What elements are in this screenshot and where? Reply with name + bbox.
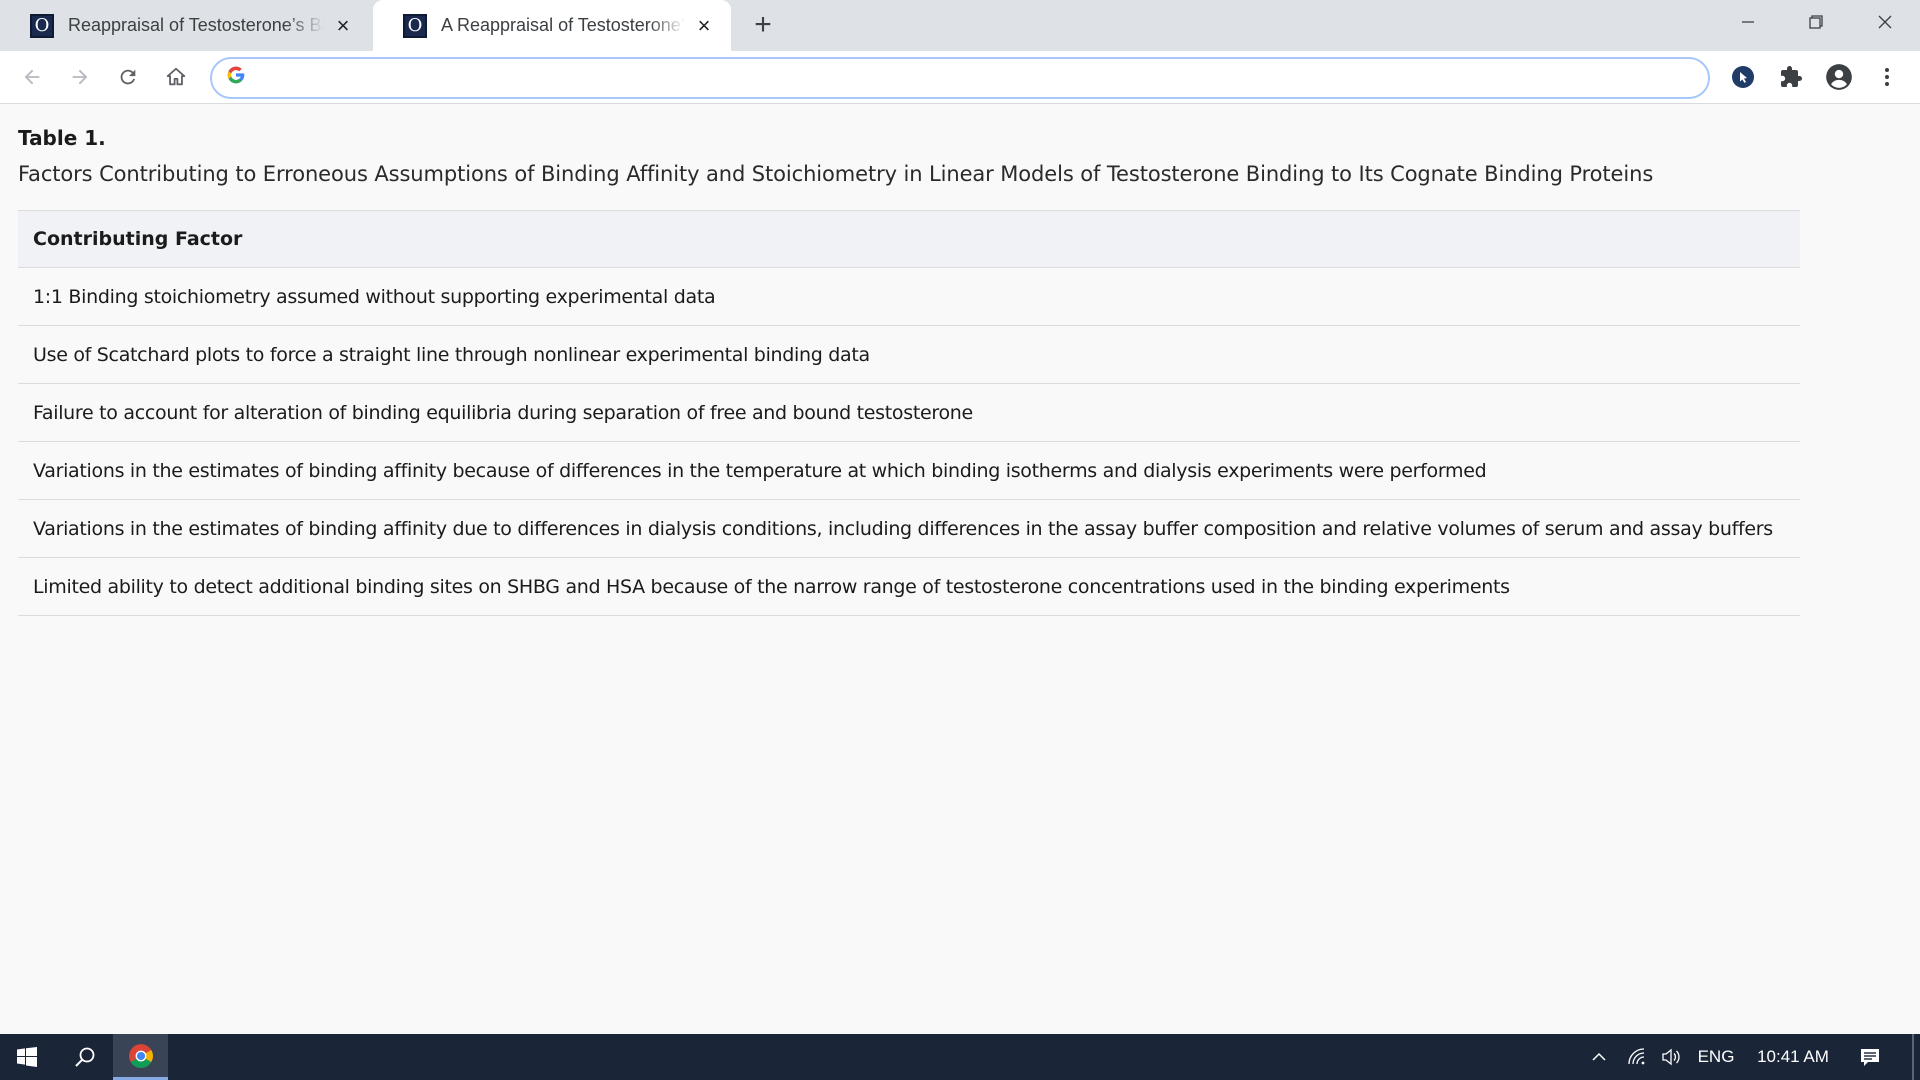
windows-start-icon[interactable]	[0, 1034, 54, 1080]
table-label: Table 1.	[18, 126, 106, 150]
table-row: Failure to account for alteration of bin…	[18, 383, 1800, 442]
table-cell: 1:1 Binding stoichiometry assumed withou…	[18, 267, 1800, 326]
contributing-factors-table: Contributing Factor 1:1 Binding stoichio…	[18, 210, 1800, 616]
forward-arrow-icon[interactable]	[62, 59, 98, 95]
network-wifi-icon[interactable]	[1622, 1034, 1652, 1080]
table-cell: Limited ability to detect additional bin…	[18, 557, 1800, 616]
reload-icon[interactable]	[110, 59, 146, 95]
table-row: Limited ability to detect additional bin…	[18, 557, 1800, 616]
page-content: Table 1. Factors Contributing to Erroneo…	[18, 126, 1800, 616]
table-cell: Failure to account for alteration of bin…	[18, 383, 1800, 442]
table-caption: Factors Contributing to Erroneous Assump…	[18, 162, 1654, 186]
close-window-icon[interactable]	[1855, 4, 1915, 40]
url-input[interactable]	[256, 67, 1708, 89]
table-row: Variations in the estimates of binding a…	[18, 441, 1800, 500]
google-g-icon	[226, 65, 246, 91]
action-center-notification-icon[interactable]	[1852, 1034, 1888, 1080]
column-header-contributing-factor: Contributing Factor	[18, 210, 1800, 268]
new-tab-plus-icon[interactable]: +	[748, 10, 778, 40]
home-icon[interactable]	[158, 59, 194, 95]
address-bar[interactable]	[210, 57, 1710, 99]
table-row: Variations in the estimates of binding a…	[18, 499, 1800, 558]
tab-title: Reappraisal of Testosterone’s Binding	[68, 15, 324, 35]
site-favicon-icon: O	[403, 13, 427, 38]
input-language-indicator[interactable]: ENG	[1694, 1034, 1738, 1080]
show-desktop-button[interactable]	[1912, 1034, 1914, 1080]
extensions-puzzle-icon[interactable]	[1775, 61, 1807, 93]
browser-tab-1[interactable]: O Reappraisal of Testosterone’s Binding …	[0, 0, 370, 51]
browser-toolbar	[0, 51, 1920, 104]
close-tab-icon[interactable]: ×	[332, 14, 354, 37]
windows-taskbar: ENG 10:41 AM	[0, 1034, 1920, 1080]
close-tab-icon[interactable]: ×	[693, 14, 715, 37]
back-arrow-icon[interactable]	[14, 59, 50, 95]
tab-strip: O Reappraisal of Testosterone’s Binding …	[0, 0, 1920, 51]
profile-avatar-icon[interactable]	[1823, 61, 1855, 93]
volume-speaker-icon[interactable]	[1656, 1034, 1686, 1080]
table-cell: Variations in the estimates of binding a…	[18, 441, 1800, 500]
site-favicon-icon: O	[30, 13, 54, 38]
show-hidden-icons-chevron-up-icon[interactable]	[1584, 1034, 1614, 1080]
table-header-row: Contributing Factor	[18, 210, 1800, 268]
table-cell: Use of Scatchard plots to force a straig…	[18, 325, 1800, 384]
minimize-window-icon[interactable]	[1718, 4, 1778, 40]
table-row: 1:1 Binding stoichiometry assumed withou…	[18, 267, 1800, 326]
chrome-taskbar-icon[interactable]	[113, 1034, 168, 1080]
system-clock[interactable]: 10:41 AM	[1748, 1034, 1838, 1080]
tab-title: A Reappraisal of Testosterone’s Binding	[441, 15, 685, 35]
browser-tab-2[interactable]: O A Reappraisal of Testosterone’s Bindin…	[373, 0, 731, 51]
more-menu-icon[interactable]	[1871, 61, 1903, 93]
taskbar-search-icon[interactable]	[58, 1034, 112, 1080]
restore-window-icon[interactable]	[1786, 4, 1846, 40]
table-row: Use of Scatchard plots to force a straig…	[18, 325, 1800, 384]
table-cell: Variations in the estimates of binding a…	[18, 499, 1800, 558]
extension-cursor-icon[interactable]	[1727, 61, 1759, 93]
